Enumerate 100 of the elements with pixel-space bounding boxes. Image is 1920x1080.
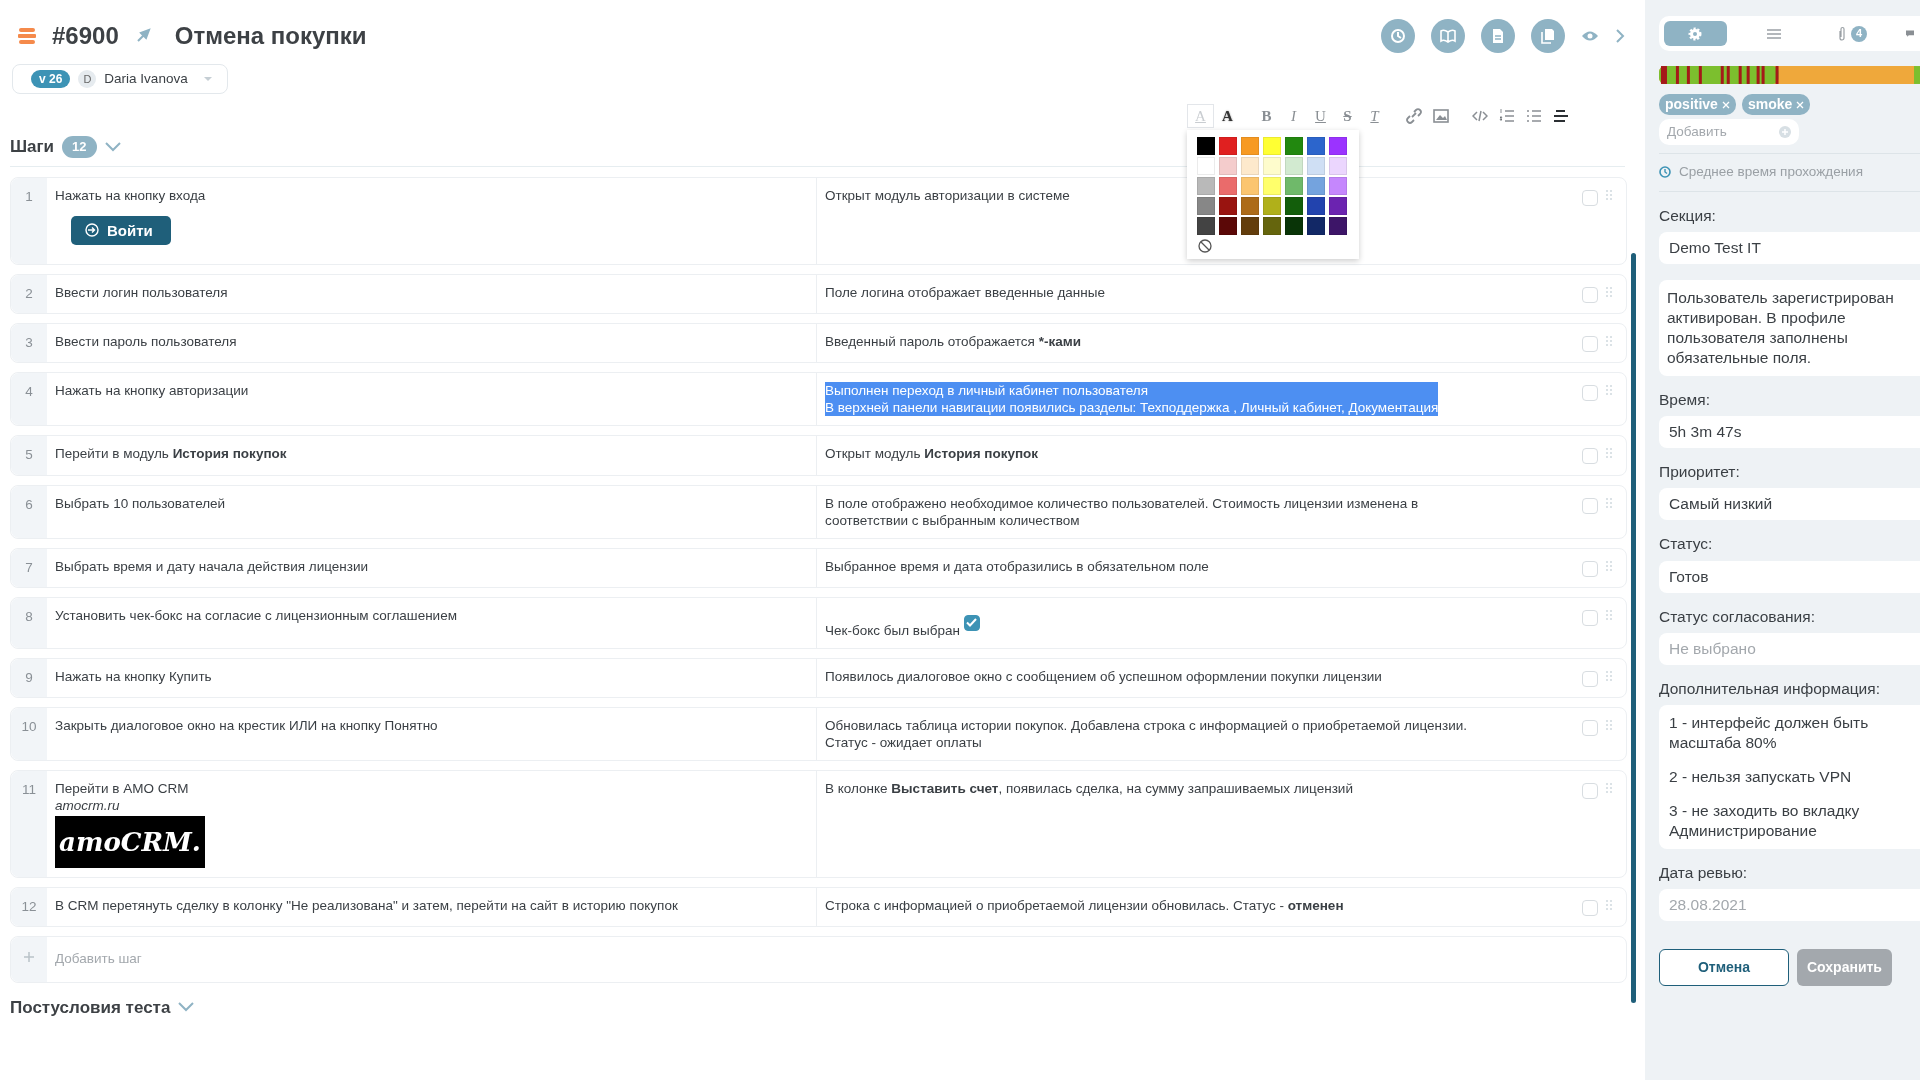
no-color-icon[interactable] <box>1198 239 1212 254</box>
input-field[interactable]: 28.08.2021 <box>1659 889 1920 922</box>
scrollbar[interactable] <box>1631 252 1636 1003</box>
paperclip-icon <box>1838 25 1847 42</box>
color-swatch[interactable] <box>1197 157 1215 176</box>
color-swatch[interactable] <box>1285 177 1303 196</box>
color-swatch[interactable] <box>1241 157 1259 176</box>
clock-button[interactable] <box>1381 19 1415 53</box>
color-swatch[interactable] <box>1285 217 1303 236</box>
tag-chip[interactable]: smoke <box>1741 94 1811 115</box>
color-swatch[interactable] <box>1263 217 1281 236</box>
color-swatch[interactable] <box>1285 197 1303 216</box>
color-swatch[interactable] <box>1329 217 1347 236</box>
color-swatch[interactable] <box>1241 137 1259 156</box>
add-step-row[interactable]: Добавить шаг <box>10 936 1627 983</box>
color-swatch[interactable] <box>1241 197 1259 216</box>
input-field[interactable]: Пользователь зарегистрирован активирован. В профиле пользователя заполнены обязательные поля. <box>1659 279 1920 376</box>
color-swatch[interactable] <box>1241 177 1259 196</box>
step-checkbox[interactable] <box>1582 560 1598 577</box>
drag-handle-icon[interactable] <box>1606 783 1612 793</box>
step-checkbox[interactable] <box>1582 609 1598 626</box>
underline-button[interactable]: U <box>1307 104 1334 129</box>
step-checkbox[interactable] <box>1582 336 1598 352</box>
step-number: 5 <box>11 436 47 475</box>
step-checkbox[interactable] <box>1582 497 1598 514</box>
strike-button[interactable]: S <box>1334 104 1361 129</box>
step-checkbox[interactable] <box>1582 385 1598 402</box>
clear-button[interactable]: T <box>1361 104 1388 129</box>
color-swatch[interactable] <box>1263 157 1281 176</box>
color-swatch[interactable] <box>1307 217 1325 236</box>
input-field[interactable]: 1 - интерфейс должен быть масштаба 80% 2 - нельзя запускать VPN 3 - не заходить во вкладку Администрирование <box>1659 705 1920 849</box>
color-swatch[interactable] <box>1197 217 1215 236</box>
color-swatch[interactable] <box>1263 137 1281 156</box>
step-checkbox[interactable] <box>1582 286 1598 303</box>
close-icon[interactable] <box>1721 100 1730 109</box>
color-swatch[interactable] <box>1197 177 1215 196</box>
step-checkbox[interactable] <box>1582 900 1598 916</box>
drag-handle-icon[interactable] <box>1606 560 1612 571</box>
average-time-link[interactable]: Среднее время прохождения <box>1679 162 1863 183</box>
checkbox[interactable] <box>963 614 980 631</box>
color-swatch[interactable] <box>1219 137 1237 156</box>
eye-icon[interactable] <box>1581 30 1599 42</box>
chevron-down-icon[interactable] <box>104 142 121 152</box>
color-swatch[interactable] <box>1307 177 1325 196</box>
drag-handle-icon[interactable] <box>1606 720 1612 730</box>
color-swatch[interactable] <box>1329 177 1347 196</box>
drag-handle-icon[interactable] <box>1606 385 1612 396</box>
color-swatch[interactable] <box>1329 157 1347 176</box>
color-swatch[interactable] <box>1263 197 1281 216</box>
color-swatch[interactable] <box>1197 137 1215 156</box>
drag-handle-icon[interactable] <box>1606 609 1612 620</box>
color-swatch[interactable] <box>1263 177 1281 196</box>
color-swatch[interactable] <box>1329 197 1347 216</box>
color-swatch[interactable] <box>1285 137 1303 156</box>
book-button[interactable] <box>1431 19 1465 53</box>
italic-button[interactable]: I <box>1280 104 1307 129</box>
color-swatch[interactable] <box>1219 157 1237 176</box>
color-swatch[interactable] <box>1219 217 1237 236</box>
drag-handle-icon[interactable] <box>1606 497 1612 508</box>
input-field[interactable]: Готов <box>1659 560 1920 593</box>
input-field[interactable]: Самый низкий <box>1659 488 1920 521</box>
chevron-right-icon[interactable] <box>1615 28 1625 44</box>
drag-handle-icon[interactable] <box>1606 336 1612 346</box>
plus-icon <box>1779 126 1791 139</box>
tag-chip[interactable]: positive <box>1659 94 1736 115</box>
drag-handle-icon[interactable] <box>1606 189 1612 200</box>
document-button[interactable] <box>1481 19 1515 53</box>
color-swatch[interactable] <box>1241 217 1259 236</box>
color-swatch[interactable] <box>1219 177 1237 196</box>
login-button[interactable]: Войти <box>71 215 171 245</box>
highlight-button[interactable]: A <box>1214 104 1241 129</box>
drag-handle-icon[interactable] <box>1606 286 1612 297</box>
step-checkbox[interactable] <box>1582 720 1598 736</box>
step-link[interactable]: amocrm.ru <box>55 797 808 814</box>
color-swatch[interactable] <box>1197 197 1215 216</box>
input-field[interactable]: Не выбрано <box>1659 632 1920 665</box>
step-checkbox[interactable] <box>1582 189 1598 206</box>
drag-handle-icon[interactable] <box>1606 900 1612 910</box>
bold-button[interactable]: B <box>1253 104 1280 129</box>
drag-handle-icon[interactable] <box>1606 448 1612 459</box>
step-checkbox[interactable] <box>1582 783 1598 799</box>
step-checkbox[interactable] <box>1582 448 1598 465</box>
input-field[interactable]: Demo Test IT <box>1659 231 1920 264</box>
color-swatch[interactable] <box>1219 197 1237 216</box>
chevron-down-icon[interactable] <box>178 1002 195 1013</box>
attachments-tab[interactable]: 4 <box>1821 21 1884 46</box>
cancel-button[interactable]: Отмена <box>1659 949 1789 987</box>
color-swatch[interactable] <box>1307 137 1325 156</box>
color-swatch[interactable] <box>1285 157 1303 176</box>
add-tag-field[interactable]: Добавить <box>1659 119 1799 146</box>
step-checkbox[interactable] <box>1582 670 1598 687</box>
color-swatch[interactable] <box>1329 137 1347 156</box>
input-field[interactable]: 5h 3m 47s <box>1659 416 1920 448</box>
drag-handle-icon[interactable] <box>1606 670 1612 681</box>
documents-button[interactable] <box>1531 19 1565 53</box>
settings-tab[interactable] <box>1664 21 1727 46</box>
color-swatch[interactable] <box>1307 197 1325 216</box>
version-selector[interactable]: v 26 D Daria Ivanova <box>12 64 228 95</box>
close-icon[interactable] <box>1796 100 1805 109</box>
color-swatch[interactable] <box>1307 157 1325 176</box>
